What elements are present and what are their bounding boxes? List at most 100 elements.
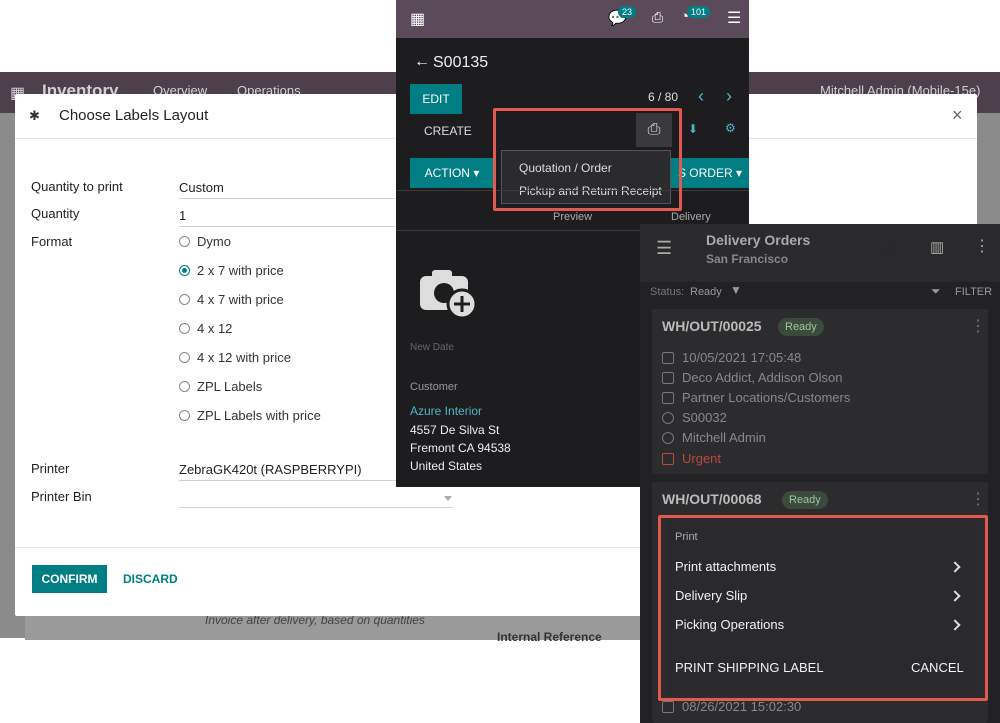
format-option[interactable]: Dymo (179, 234, 231, 249)
card-partner: Deco Addict, Addison Olson (682, 370, 843, 385)
printer-bin-label: Printer Bin (31, 489, 92, 504)
create-button[interactable]: CREATE (424, 124, 472, 138)
customer-link[interactable]: Azure Interior (410, 404, 482, 418)
radio-unchecked-icon[interactable] (179, 323, 190, 334)
radio-checked-icon[interactable] (179, 265, 190, 276)
close-icon[interactable]: × (952, 105, 963, 126)
radio-unchecked-icon[interactable] (179, 294, 190, 305)
format-option[interactable]: 4 x 12 with price (179, 350, 291, 365)
search-icon[interactable]: ⌕ (887, 238, 896, 256)
highlight-box (658, 515, 988, 701)
format-option-label: 4 x 7 with price (197, 292, 284, 307)
prev-icon[interactable]: ‹ (698, 86, 704, 107)
card-ref: WH/OUT/00068 (662, 491, 762, 507)
chevron-down-icon[interactable]: ▼ (730, 283, 742, 297)
radio-unchecked-icon[interactable] (179, 236, 190, 247)
status-select[interactable]: Ready (690, 286, 722, 298)
mobile-header: ☰ Delivery Orders San Francisco ⌕ ▥ ⋮ (640, 224, 1000, 282)
format-option[interactable]: 2 x 7 with price (179, 263, 284, 278)
card-row: 08/26/2021 15:02:30 (662, 699, 801, 714)
quantity-input[interactable]: 1 (179, 208, 186, 223)
card-date: 10/05/2021 17:05:48 (682, 350, 802, 365)
filter-icon[interactable]: ⏷ (931, 284, 941, 299)
card-row: Deco Addict, Addison Olson (662, 370, 842, 385)
printer-label: Printer (31, 461, 70, 476)
address-line: 4557 De Silva St (410, 423, 500, 437)
highlight-box (493, 108, 682, 211)
card-ref: WH/OUT/00025 (662, 318, 762, 334)
more-icon[interactable]: ⋮ (974, 236, 990, 256)
format-option-label: 2 x 7 with price (197, 263, 284, 278)
apps-icon[interactable]: ▦ (410, 9, 425, 29)
barcode-icon[interactable]: ▥ (930, 238, 944, 256)
pager: 6 / 80 (648, 90, 679, 104)
discard-button[interactable]: DISCARD (123, 572, 178, 586)
quantity-to-print-label: Quantity to print (31, 179, 123, 194)
delivery-button[interactable]: Delivery (671, 211, 711, 223)
card-row: Partner Locations/Customers (662, 390, 850, 405)
format-option[interactable]: 4 x 12 (179, 321, 232, 336)
order-label: S ORDER (677, 166, 733, 180)
next-icon[interactable]: › (726, 86, 732, 107)
user-icon (662, 431, 674, 444)
header-title: Delivery Orders (706, 232, 811, 248)
status-badge: Ready (782, 491, 828, 509)
format-option[interactable]: ZPL Labels with price (179, 408, 321, 423)
gear-icon[interactable]: ⚙ (725, 121, 736, 135)
format-label: Format (31, 234, 73, 249)
record-title: S00135 (433, 54, 489, 71)
header-subtitle: San Francisco (706, 252, 789, 266)
radio-unchecked-icon[interactable] (179, 410, 190, 421)
activities-badge: 101 (687, 6, 711, 18)
radio-unchecked-icon[interactable] (179, 381, 190, 392)
download-icon[interactable]: ⬇ (688, 122, 698, 136)
internal-reference-label: Internal Reference (497, 630, 602, 644)
format-option[interactable]: 4 x 7 with price (179, 292, 284, 307)
preview-button[interactable]: Preview (553, 211, 592, 223)
address-icon (662, 371, 674, 384)
priority-icon (662, 452, 674, 465)
card-origin: S00032 (682, 410, 727, 425)
location-icon (662, 391, 674, 404)
quantity-underline (179, 226, 395, 227)
status-label: Status: (650, 286, 685, 298)
back-arrow-icon[interactable]: ← (414, 53, 430, 71)
hamburger-icon[interactable]: ☰ (656, 238, 672, 259)
edit-button[interactable]: EDIT (410, 84, 462, 114)
hamburger-icon[interactable]: ☰ (727, 8, 741, 28)
status-badge: Ready (778, 318, 824, 336)
order-button[interactable]: S ORDER ▾ (671, 158, 749, 188)
printer-bin-underline (179, 507, 453, 508)
address-line: United States (410, 459, 483, 473)
card-priority: Urgent (682, 451, 722, 466)
print-icon[interactable]: ⎙ (652, 9, 663, 26)
address-line: Fremont CA 94538 (410, 441, 511, 455)
card-row: Mitchell Admin (662, 430, 766, 445)
bug-icon: ✱ (29, 108, 40, 123)
filter-button[interactable]: FILTER (955, 286, 992, 298)
confirm-button[interactable]: CONFIRM (32, 565, 107, 593)
new-date-label: New Date (410, 342, 454, 353)
customer-label: Customer (410, 381, 458, 393)
action-button[interactable]: ACTION ▾ (410, 158, 494, 188)
format-option-label: ZPL Labels (197, 379, 263, 394)
messages-badge: 23 (618, 6, 637, 18)
origin-icon (662, 411, 674, 424)
printer-select[interactable]: ZebraGK420t (RASPBERRYPI) (179, 462, 362, 477)
card-row: 10/05/2021 17:05:48 (662, 350, 801, 365)
format-option[interactable]: ZPL Labels (179, 379, 262, 394)
radio-unchecked-icon[interactable] (179, 352, 190, 363)
calendar-icon (662, 700, 674, 713)
more-icon[interactable]: ⋮ (970, 489, 986, 509)
quantity-to-print-underline (179, 198, 395, 199)
card-location: Partner Locations/Customers (682, 390, 851, 405)
quantity-to-print-select[interactable]: Custom (179, 180, 224, 195)
chevron-down-icon[interactable] (444, 496, 452, 501)
mobile-navbar: ▦ 💬 23 ⎙ ◔ 101 ☰ (396, 0, 749, 38)
camera-add-icon[interactable] (418, 266, 480, 320)
dialog-title: Choose Labels Layout (59, 107, 209, 124)
quantity-label: Quantity (31, 206, 80, 221)
format-option-label: 4 x 12 (197, 321, 233, 336)
calendar-icon (662, 351, 674, 364)
more-icon[interactable]: ⋮ (970, 316, 986, 336)
